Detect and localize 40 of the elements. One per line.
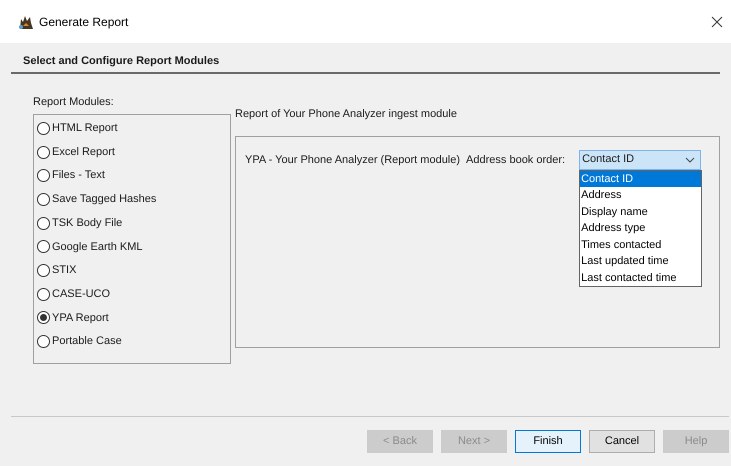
dropdown-option[interactable]: Address: [580, 187, 702, 204]
module-label: HTML Report: [52, 121, 118, 136]
module-label: YPA Report: [52, 310, 109, 326]
field-label: Address book order:: [466, 152, 566, 168]
radio-button[interactable]: [37, 311, 50, 324]
module-label: Excel Report: [52, 144, 115, 160]
report-modules-label: Report Modules:: [33, 94, 115, 110]
radio-button[interactable]: [37, 288, 50, 301]
radio-button[interactable]: [37, 335, 50, 348]
section-header: Select and Configure Report Modules: [23, 55, 220, 67]
dropdown-option[interactable]: Display name: [580, 204, 702, 220]
close-icon[interactable]: [711, 16, 723, 28]
dropdown-option[interactable]: Times contacted: [580, 236, 702, 253]
module-label: Save Tagged Hashes: [52, 192, 156, 208]
dropdown-option[interactable]: Last contacted time: [580, 270, 702, 286]
module-label: STIX: [52, 263, 76, 278]
dropdown-option[interactable]: Address type: [580, 220, 702, 236]
module-label: Google Earth KML: [52, 240, 142, 255]
app-logo-icon: [18, 14, 34, 30]
dialog-button[interactable]: Finish: [515, 430, 581, 453]
radio-button[interactable]: [37, 216, 50, 230]
radio-button[interactable]: [37, 264, 50, 277]
dropdown-option[interactable]: Contact ID: [580, 170, 702, 187]
radio-button[interactable]: [37, 169, 50, 182]
address-book-order-dropdown[interactable]: Contact ID: [579, 150, 702, 170]
dropdown-option[interactable]: Last updated time: [580, 253, 702, 270]
module-label: TSK Body File: [52, 216, 122, 231]
radio-button[interactable]: [37, 146, 50, 159]
radio-button[interactable]: [37, 122, 50, 135]
module-label: CASE-UCO: [52, 286, 110, 302]
module-label: Portable Case: [52, 334, 122, 350]
window-title: Generate Report: [39, 14, 128, 30]
module-name: YPA - Your Phone Analyzer (Report module): [245, 152, 460, 168]
chevron-down-icon: [685, 156, 696, 162]
module-description: Report of Your Phone Analyzer ingest module: [235, 106, 458, 122]
radio-button[interactable]: [37, 192, 50, 206]
module-label: Files - Text: [52, 168, 105, 184]
dialog-button[interactable]: Cancel: [589, 430, 655, 453]
dropdown-value: Contact ID: [582, 152, 636, 168]
radio-button[interactable]: [37, 240, 50, 254]
